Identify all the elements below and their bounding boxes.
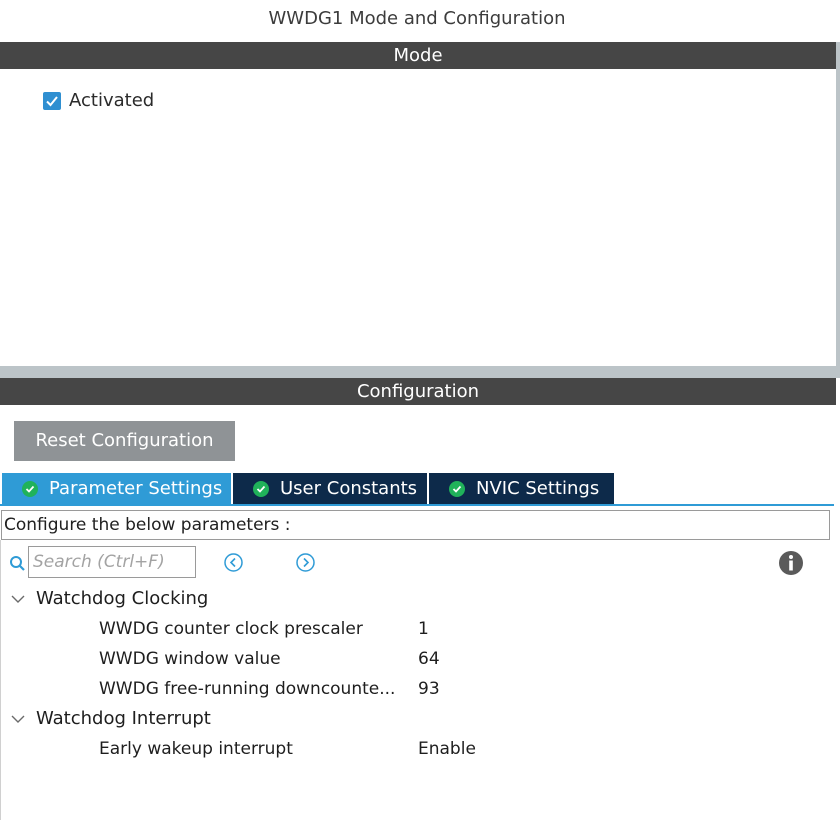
tab-label: Parameter Settings bbox=[49, 478, 223, 499]
param-label[interactable]: Early wakeup interrupt bbox=[99, 739, 293, 759]
search-icon bbox=[9, 555, 26, 576]
activated-label: Activated bbox=[69, 90, 155, 111]
tab-parameter-settings[interactable]: Parameter Settings bbox=[2, 473, 233, 504]
tab-underline bbox=[0, 504, 834, 506]
checkbox-checked-icon[interactable] bbox=[43, 91, 61, 110]
group-label: Watchdog Interrupt bbox=[36, 708, 211, 729]
info-icon[interactable] bbox=[778, 550, 804, 580]
param-value[interactable]: Enable bbox=[418, 739, 476, 759]
mode-section-header: Mode bbox=[0, 42, 836, 69]
group-watchdog-clocking[interactable]: Watchdog Clocking bbox=[10, 588, 208, 609]
panel-title: WWDG1 Mode and Configuration bbox=[268, 8, 566, 29]
param-value[interactable]: 64 bbox=[418, 649, 440, 669]
param-label[interactable]: WWDG counter clock prescaler bbox=[99, 619, 363, 639]
tab-label: NVIC Settings bbox=[476, 478, 600, 499]
panel-splitter[interactable] bbox=[0, 366, 836, 378]
param-label[interactable]: WWDG window value bbox=[99, 649, 281, 669]
tree-left-border bbox=[0, 540, 1, 820]
config-tabs: Parameter Settings User Constants NVIC S… bbox=[2, 473, 614, 504]
param-label[interactable]: WWDG free-running downcounte... bbox=[99, 679, 395, 699]
check-circle-icon bbox=[449, 480, 465, 497]
tab-user-constants[interactable]: User Constants bbox=[233, 473, 429, 504]
reset-configuration-button[interactable]: Reset Configuration bbox=[14, 421, 235, 461]
activated-checkbox[interactable]: Activated bbox=[43, 90, 154, 111]
vertical-splitter[interactable] bbox=[836, 42, 840, 378]
check-circle-icon bbox=[22, 480, 38, 497]
tab-nvic-settings[interactable]: NVIC Settings bbox=[429, 473, 614, 504]
param-value[interactable]: 1 bbox=[418, 619, 429, 639]
configuration-section-header: Configuration bbox=[0, 378, 836, 405]
instructions-text: Configure the below parameters : bbox=[1, 510, 830, 540]
chevron-down-icon[interactable] bbox=[10, 713, 26, 725]
chevron-down-icon[interactable] bbox=[10, 593, 26, 605]
group-watchdog-interrupt[interactable]: Watchdog Interrupt bbox=[10, 708, 211, 729]
param-value[interactable]: 93 bbox=[418, 679, 440, 699]
previous-match-icon[interactable] bbox=[223, 552, 244, 577]
tab-label: User Constants bbox=[280, 478, 418, 499]
next-match-icon[interactable] bbox=[295, 552, 316, 577]
group-label: Watchdog Clocking bbox=[36, 588, 209, 609]
search-input[interactable] bbox=[28, 546, 196, 578]
check-circle-icon bbox=[253, 480, 269, 497]
